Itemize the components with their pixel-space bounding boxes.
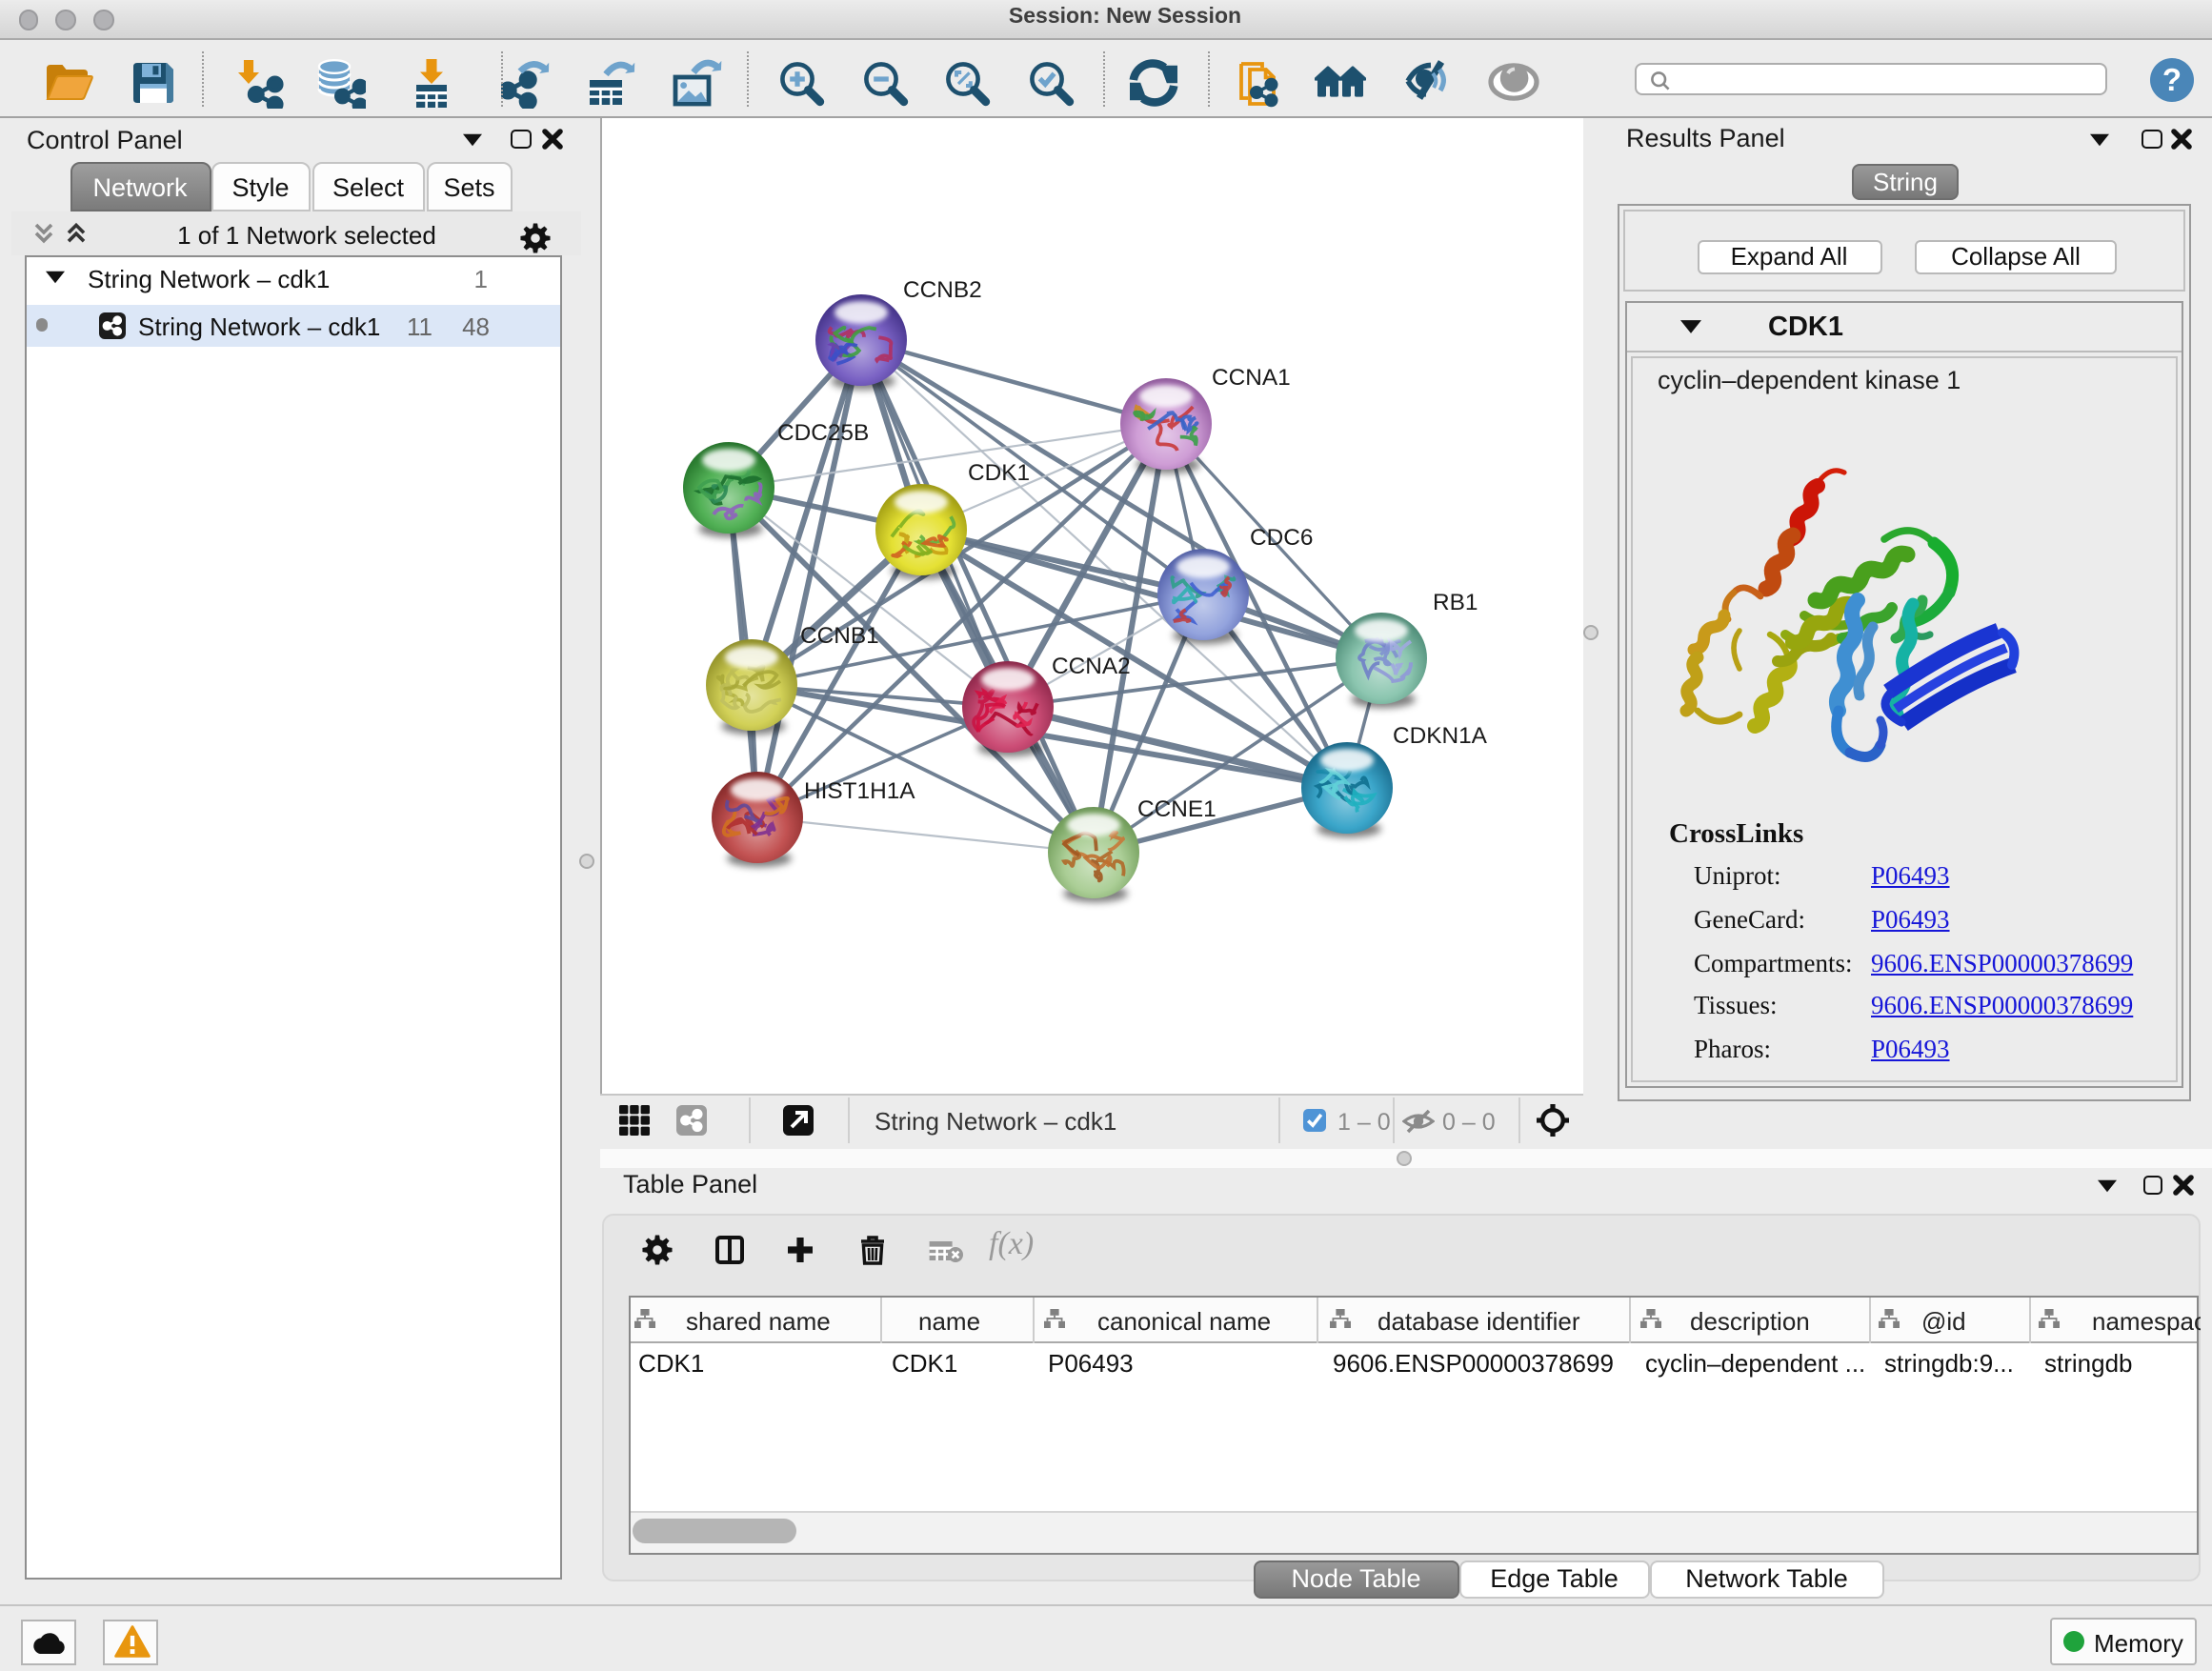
svg-text:?: ? — [2162, 62, 2182, 97]
svg-text:CCNB2: CCNB2 — [903, 277, 982, 303]
svg-text:RB1: RB1 — [1433, 590, 1478, 615]
svg-text:CDK1: CDK1 — [968, 460, 1030, 486]
svg-text:CDKN1A: CDKN1A — [1393, 723, 1488, 749]
svg-text:CDC6: CDC6 — [1250, 525, 1313, 551]
svg-text:CCNE1: CCNE1 — [1137, 796, 1217, 822]
svg-text:CCNB1: CCNB1 — [800, 623, 879, 649]
svg-text:CCNA1: CCNA1 — [1212, 365, 1291, 391]
svg-text:CDC25B: CDC25B — [777, 420, 869, 446]
svg-text:HIST1H1A: HIST1H1A — [804, 778, 915, 804]
svg-text:CCNA2: CCNA2 — [1052, 654, 1131, 679]
